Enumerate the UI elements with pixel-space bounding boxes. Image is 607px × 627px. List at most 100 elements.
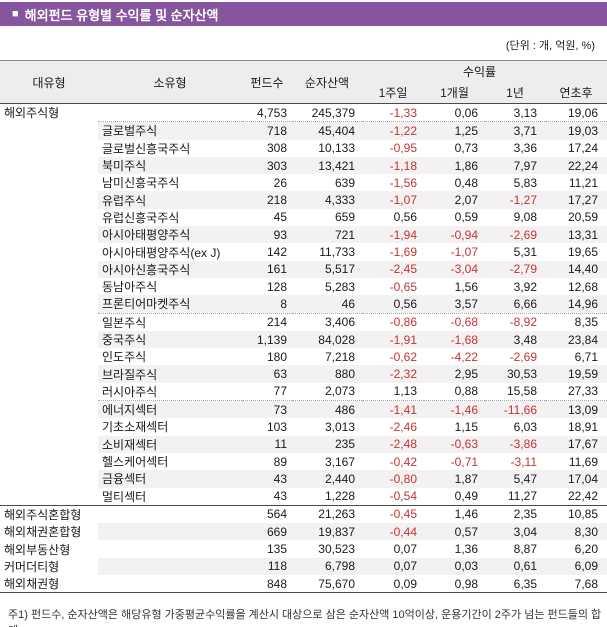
cell-return-1year: 0,61 <box>485 557 545 576</box>
cell-major-type <box>0 348 98 366</box>
cell-return-1week: -0,54 <box>362 487 424 506</box>
cell-fund-count: 45 <box>273 210 287 225</box>
cell-fund-count: 73 <box>242 400 292 419</box>
cell-return-ytd: 7,68 <box>545 575 607 594</box>
cell-net-assets: 3,167 <box>324 454 355 469</box>
cell-minor-type: 러시아주식 <box>98 382 242 402</box>
cell-fund-count: 180 <box>266 349 287 364</box>
table-row: 아시아태평양주식(ex J) 142 11,733 -1,69 -1,07 5,31 19,… <box>0 243 607 261</box>
cell-major-type <box>0 226 98 244</box>
cell-return-1month: 2,95 <box>424 365 485 383</box>
cell-major-type <box>0 470 98 488</box>
unit-note: (단위 : 개, 억원, %) <box>505 40 595 52</box>
cell-minor-type: 에너지섹터 <box>98 400 242 419</box>
report-page: ■ 해외펀드 유형별 수익률 및 순자산액 (단위 : 개, 억원, %) 대유… <box>0 0 607 627</box>
cell-return-1year: 3,71 <box>485 121 545 140</box>
cell-net-assets: 1,228 <box>292 487 362 506</box>
cell-minor-type: 인도주식 <box>102 350 147 365</box>
cell-fund-count: 43 <box>242 470 292 488</box>
cell-minor-type <box>98 103 242 123</box>
cell-fund-count: 89 <box>273 454 287 469</box>
cell-return-1year: -1,27 <box>485 191 545 209</box>
cell-major-type <box>0 365 98 383</box>
cell-return-1week: -0,86 <box>389 315 417 330</box>
cell-major-type <box>0 156 98 175</box>
table-row: 프론티어마켓주식 8 46 0,56 3,57 6,66 14,96 <box>0 295 607 314</box>
cell-net-assets: 3,406 <box>324 315 355 330</box>
fund-table: 대유형 소유형 펀드수 순자산액 수익률 1주일 1개월 1년 연초후 해외주식… <box>0 60 607 594</box>
cell-return-ytd: 12,68 <box>567 279 598 294</box>
cell-fund-count: 4,753 <box>242 103 292 123</box>
cell-return-1month: 0,88 <box>424 382 485 402</box>
cell-return-1year: -2,79 <box>485 260 545 278</box>
cell-return-1month: 0,57 <box>424 523 485 541</box>
cell-return-1month: 0,73 <box>454 141 478 156</box>
cell-return-1week: 0,07 <box>393 542 417 557</box>
page-title: 해외펀드 유형별 수익률 및 순자산액 <box>24 7 219 23</box>
cell-fund-count: 103 <box>266 419 287 434</box>
cell-net-assets: 75,670 <box>292 575 362 594</box>
returns-group-label: 수익률 <box>364 61 595 83</box>
cell-return-ytd: 17,04 <box>545 470 607 488</box>
cell-return-ytd: 13,31 <box>545 226 607 244</box>
cell-return-1month: -1,46 <box>424 400 485 419</box>
cell-fund-count: 718 <box>242 121 292 140</box>
cell-net-assets: 880 <box>292 365 362 383</box>
cell-fund-count: 308 <box>266 141 287 156</box>
table-row: 일본주식 214 3,406 -0,86 -0,68 -8,92 8,35 <box>0 313 607 331</box>
cell-return-1month: -0,71 <box>450 454 478 469</box>
cell-return-1week: -1,33 <box>362 103 424 123</box>
cell-minor-type: 유럽신흥국주식 <box>102 210 180 225</box>
cell-return-ytd: 8,35 <box>574 315 598 330</box>
cell-major-type: 해외채권혼합형 <box>0 523 98 541</box>
cell-net-assets: 2,073 <box>292 382 362 402</box>
cell-return-1month: 0,49 <box>424 487 485 506</box>
cell-return-1week: -1,18 <box>362 156 424 175</box>
cell-minor-type: 브라질주식 <box>98 365 242 383</box>
cell-major-type <box>0 382 98 401</box>
table-row: 유럽신흥국주식 45 659 0,56 0,59 9,08 20,59 <box>0 208 607 227</box>
cell-fund-count: 8 <box>242 295 292 314</box>
cell-minor-type: 북미주식 <box>98 156 242 175</box>
table-row: 해외주식형 4,753 245,379 -1,33 0,06 3,13 19,06 <box>0 103 607 123</box>
table-row: 브라질주식 63 880 -2,32 2,95 30,53 19,59 <box>0 365 607 383</box>
cell-minor-type <box>98 505 242 523</box>
cell-return-1year: 6,66 <box>485 295 545 314</box>
cell-net-assets: 2,440 <box>292 470 362 488</box>
cell-return-ytd: 19,59 <box>545 365 607 383</box>
cell-return-1year: -8,92 <box>509 315 537 330</box>
cell-return-1month: 1,46 <box>454 507 478 522</box>
cell-minor-type <box>98 540 242 557</box>
cell-net-assets: 639 <box>334 175 355 190</box>
cell-fund-count: 63 <box>242 365 292 383</box>
cell-return-1month: 0,98 <box>424 575 485 594</box>
cell-return-1month: -4,22 <box>450 349 478 364</box>
cell-return-ytd: 11,21 <box>568 175 598 190</box>
cell-return-1year: 3,36 <box>513 141 537 156</box>
col-header-return-1year: 1년 <box>485 82 545 104</box>
col-header-return-1week: 1주일 <box>362 82 424 104</box>
cell-return-1month: 3,57 <box>424 295 485 314</box>
cell-fund-count: 77 <box>242 382 292 402</box>
table-header: 대유형 소유형 펀드수 순자산액 수익률 1주일 1개월 1년 연초후 <box>0 60 607 104</box>
cell-return-1week: -0,44 <box>362 523 424 541</box>
cell-return-ytd: 6,20 <box>574 542 598 557</box>
cell-minor-type: 일본주식 <box>102 315 147 330</box>
table-row: 해외채권혼합형 669 19,837 -0,44 0,57 3,04 8,30 <box>0 523 607 541</box>
cell-return-1month: -0,94 <box>424 226 485 244</box>
cell-net-assets: 721 <box>292 226 362 244</box>
cell-major-type: 커머더티형 <box>0 557 98 576</box>
cell-minor-type: 멀티섹터 <box>98 487 242 506</box>
cell-major-type <box>0 418 98 436</box>
cell-major-type: 해외채권형 <box>0 575 98 594</box>
cell-return-1month: -1,68 <box>424 330 485 349</box>
cell-return-1month: 0,06 <box>424 103 485 123</box>
cell-return-1week: -0,95 <box>389 141 417 156</box>
cell-fund-count: 214 <box>266 315 287 330</box>
cell-fund-count: 26 <box>273 175 287 190</box>
cell-major-type <box>0 243 98 261</box>
cell-return-1year: 2,35 <box>513 507 537 522</box>
cell-return-1year: -2,69 <box>509 349 537 364</box>
cell-return-1month: 2,07 <box>424 191 485 209</box>
cell-minor-type <box>98 557 242 576</box>
